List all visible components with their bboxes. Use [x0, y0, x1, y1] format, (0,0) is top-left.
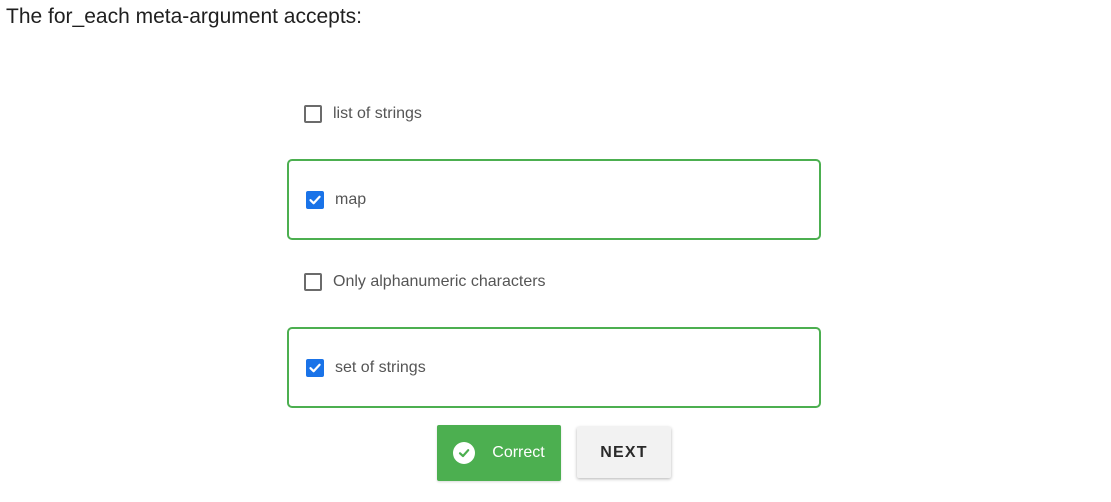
checkbox-unchecked[interactable] — [304, 105, 322, 123]
option-list-of-strings[interactable]: list of strings — [287, 99, 821, 129]
option-label: Only alphanumeric characters — [333, 273, 546, 290]
checkbox-checked[interactable] — [306, 190, 324, 209]
correct-label: Correct — [492, 444, 545, 461]
check-circle-icon — [453, 442, 476, 464]
checkbox-unchecked[interactable] — [304, 273, 322, 291]
checkbox-checked[interactable] — [306, 358, 324, 377]
option-label: set of strings — [335, 358, 426, 376]
question-text: The for_each meta-argument accepts: — [6, 5, 363, 28]
correct-result-button[interactable]: Correct — [437, 425, 561, 481]
option-map[interactable]: map — [287, 159, 821, 240]
option-label: list of strings — [333, 105, 422, 122]
checkmark-icon — [309, 195, 321, 204]
option-label: map — [335, 190, 367, 208]
checkmark-icon — [309, 363, 321, 372]
option-set-of-strings[interactable]: set of strings — [287, 327, 821, 408]
next-button[interactable]: NEXT — [577, 427, 671, 478]
option-only-alphanumeric[interactable]: Only alphanumeric characters — [287, 267, 821, 297]
